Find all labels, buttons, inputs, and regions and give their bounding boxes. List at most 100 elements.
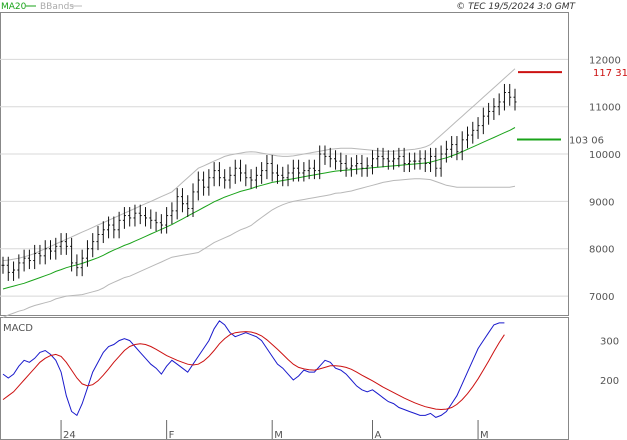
x-tick-label-4: M: [480, 430, 489, 440]
macd-series-line-0: [2, 320, 505, 418]
price-bar-0: [1, 256, 5, 274]
price-bar-23: [122, 207, 126, 229]
price-bar-31: [165, 207, 169, 234]
price-bar-37: [196, 171, 200, 201]
price-bar-86: [455, 136, 459, 161]
ma20-series-line: [2, 127, 516, 290]
price-bar-40: [212, 162, 216, 187]
price-bar-12: [64, 233, 68, 255]
macd-y-tick-label-1: 300: [600, 337, 619, 348]
price-bar-45: [239, 159, 243, 182]
price-bar-39: [207, 169, 211, 196]
price-y-axis: 7000 8000 9000 10000 11000 12000: [589, 55, 621, 303]
price-bar-34: [180, 188, 184, 213]
price-bar-8: [43, 240, 47, 265]
price-bar-65: [344, 154, 348, 177]
ma20-line: [2, 127, 516, 290]
credit: © TEC 19/5/2024 3:0 GMT: [456, 2, 576, 12]
bb-upper-line: [2, 68, 516, 262]
price-bar-9: [49, 240, 53, 260]
price-bar-66: [349, 157, 353, 177]
price-bar-32: [170, 202, 174, 225]
price-bar-29: [154, 211, 158, 232]
price-bar-87: [460, 131, 464, 161]
price-bar-81: [429, 147, 433, 173]
price-bar-74: [392, 150, 396, 170]
price-bar-2: [12, 261, 16, 281]
price-bar-7: [38, 244, 42, 265]
legend-item-bbands: BBands: [40, 2, 74, 12]
price-bar-61: [323, 145, 327, 165]
price-y-tick-label-3: 10000: [589, 150, 621, 161]
price-bar-50: [265, 154, 269, 180]
price-bar-53: [281, 166, 285, 187]
price-y-tick-label-4: 11000: [589, 103, 621, 114]
price-y-tick-label-1: 8000: [589, 245, 614, 256]
bollinger-bands: [2, 68, 516, 318]
price-bar-62: [328, 147, 332, 168]
price-bar-59: [312, 159, 316, 180]
price-bar-83: [439, 145, 443, 177]
price-bar-18: [96, 225, 100, 251]
price-bar-51: [270, 154, 274, 182]
price-level-label-1: 103 06: [569, 136, 604, 147]
bb-lower-line: [2, 178, 516, 318]
price-y-tick-label-5: 12000: [589, 55, 621, 66]
price-bar-93: [492, 98, 496, 120]
price-bar-78: [413, 152, 417, 170]
price-bar-49: [260, 162, 264, 184]
macd-title: MACD: [3, 323, 33, 334]
price-bar-69: [365, 157, 369, 177]
price-bar-97: [513, 88, 517, 111]
price-bar-44: [233, 159, 237, 184]
legend: MA20 BBands: [1, 2, 82, 12]
price-bar-94: [497, 93, 501, 116]
price-bar-48: [254, 166, 258, 189]
macd-series-line-1: [2, 331, 505, 411]
price-bar-16: [85, 240, 89, 267]
price-bar-38: [202, 171, 206, 196]
price-bar-33: [175, 188, 179, 220]
price-bar-36: [191, 183, 195, 217]
price-bar-68: [360, 154, 364, 177]
x-tick-label-0: 24: [63, 430, 76, 440]
macd-panel-frame: [0, 317, 569, 440]
price-bar-79: [418, 150, 422, 170]
price-y-tick-label-0: 7000: [589, 292, 614, 303]
macd-lines: [2, 320, 505, 418]
price-bar-54: [286, 164, 290, 187]
price-bar-92: [487, 102, 491, 125]
price-bar-21: [112, 216, 116, 239]
price-bar-4: [22, 249, 26, 272]
price-bar-90: [476, 117, 480, 139]
price-bar-47: [249, 169, 253, 189]
x-axis: 24 F M A M: [60, 420, 489, 440]
price-bar-17: [91, 233, 95, 258]
price-bar-11: [59, 233, 63, 255]
x-tick-label-1: F: [169, 430, 175, 440]
price-panel-frame: [0, 12, 569, 316]
price-bar-28: [149, 209, 153, 229]
price-level-label-0: 117 31: [593, 68, 627, 79]
price-bar-27: [144, 207, 148, 227]
price-bar-41: [217, 162, 221, 187]
price-bar-46: [244, 164, 248, 187]
price-bar-42: [223, 169, 227, 189]
price-bar-19: [101, 221, 105, 244]
price-bar-67: [355, 154, 359, 175]
macd-y-axis: 200 300: [600, 337, 619, 387]
price-bar-5: [27, 249, 31, 270]
price-bar-88: [465, 126, 469, 149]
price-bar-64: [339, 152, 343, 173]
price-bar-76: [402, 147, 406, 173]
price-bar-80: [423, 150, 427, 173]
price-bar-91: [481, 107, 485, 135]
legend-item-ma20: MA20: [1, 2, 27, 12]
price-bar-89: [471, 121, 475, 144]
price-bar-57: [302, 162, 306, 182]
price-bar-77: [407, 152, 411, 173]
macd-y-tick-label-0: 200: [600, 376, 619, 387]
price-bar-84: [444, 140, 448, 163]
x-tick-label-3: A: [374, 430, 381, 440]
price-bar-43: [228, 166, 232, 189]
